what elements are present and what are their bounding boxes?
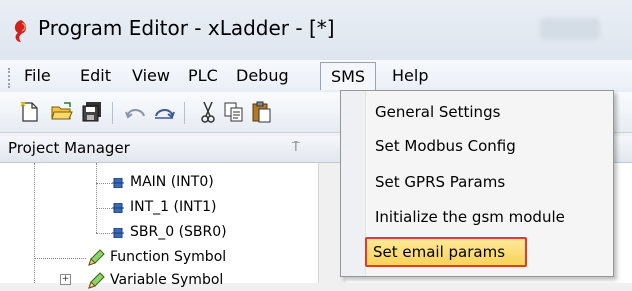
menu-file[interactable]: File: [16, 62, 59, 90]
tree-guide-line: [96, 183, 112, 184]
menu-item-initialize-gsm[interactable]: Initialize the gsm module: [369, 202, 605, 232]
toolbar-separator: [184, 102, 185, 124]
toolbar-separator: [112, 102, 113, 124]
xladder-logo-icon: [14, 20, 27, 42]
tree-item-sbr0[interactable]: SBR_0 (SBR0): [130, 224, 227, 240]
window-title-extra: [540, 18, 600, 40]
program-block-icon: [112, 178, 124, 188]
pencil-icon: [88, 272, 105, 289]
tree-guide-line: [34, 258, 86, 259]
menubar-grip[interactable]: [8, 68, 13, 88]
new-file-icon[interactable]: [18, 100, 42, 124]
menu-item-set-gprs-params[interactable]: Set GPRS Params: [369, 167, 605, 197]
project-tree: MAIN (INT0) INT_1 (INT1) SBR_0 (SBR0) Fu…: [0, 163, 318, 289]
program-block-icon: [112, 203, 124, 213]
menu-icon-gutter: [341, 91, 366, 276]
menu-plc[interactable]: PLC: [180, 62, 226, 90]
cut-icon[interactable]: [196, 100, 220, 124]
menu-item-set-modbus-config[interactable]: Set Modbus Config: [369, 131, 605, 161]
menu-item-general-settings[interactable]: General Settings: [369, 97, 605, 127]
window-title: Program Editor - xLadder - [*]: [38, 16, 335, 40]
tree-guide-line: [34, 163, 35, 283]
tree-expander[interactable]: +: [60, 274, 71, 285]
program-block-icon: [112, 228, 124, 238]
tree-guide-line: [96, 208, 112, 209]
tree-guide-line: [96, 233, 112, 234]
menu-edit[interactable]: Edit: [72, 62, 119, 90]
undo-icon[interactable]: [124, 100, 148, 124]
menu-debug[interactable]: Debug: [228, 62, 297, 90]
pin-icon[interactable]: ⍑: [292, 140, 300, 155]
tree-item-variable-symbol[interactable]: Variable Symbol: [110, 272, 223, 288]
tree-item-main[interactable]: MAIN (INT0): [130, 174, 214, 190]
menu-help[interactable]: Help: [384, 62, 436, 90]
tree-item-function-symbol[interactable]: Function Symbol: [110, 249, 226, 265]
menu-view[interactable]: View: [124, 62, 178, 90]
open-folder-icon[interactable]: [50, 100, 74, 124]
project-manager-title: Project Manager: [8, 139, 130, 157]
pencil-icon: [88, 249, 105, 266]
menu-sms[interactable]: SMS: [320, 62, 376, 90]
copy-icon[interactable]: [222, 100, 246, 124]
tree-guide-line: [96, 163, 97, 233]
tree-item-int1[interactable]: INT_1 (INT1): [130, 199, 217, 215]
save-all-icon[interactable]: [80, 100, 104, 124]
paste-icon[interactable]: [250, 100, 274, 124]
menu-item-set-email-params[interactable]: Set email params: [365, 237, 527, 267]
redo-icon[interactable]: [152, 100, 176, 124]
sms-dropdown-menu: General Settings Set Modbus Config Set G…: [340, 90, 614, 277]
